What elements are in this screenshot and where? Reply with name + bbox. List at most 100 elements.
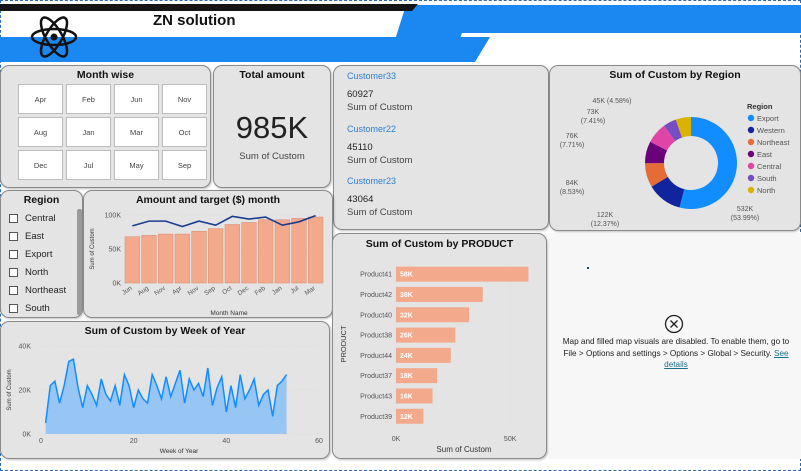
- legend-marker: [747, 186, 755, 194]
- region-option-label: North: [25, 266, 49, 278]
- customer-entry: Customer33 60927 Sum of Custom: [347, 71, 412, 113]
- total-amount-value: 985K: [235, 110, 309, 145]
- y-tick-label: 0K: [22, 432, 31, 439]
- month-tile[interactable]: Mar: [114, 117, 159, 147]
- bar-data-label: 58K: [400, 272, 413, 279]
- donut-data-label-pct: (7.71%): [560, 142, 585, 149]
- y-tick-label: Product42: [360, 292, 392, 299]
- donut-data-label-pct: (8.53%): [560, 189, 585, 196]
- checkbox[interactable]: [9, 285, 18, 295]
- donut-data-label-pct: (7.41%): [581, 118, 606, 125]
- legend-marker: [747, 150, 755, 158]
- month-tile[interactable]: Nov: [162, 84, 207, 114]
- month-tile[interactable]: Jan: [66, 117, 111, 147]
- header-blue-shape: [388, 5, 801, 62]
- x-tick-label: Dec: [237, 284, 251, 297]
- month-tile[interactable]: May: [114, 150, 159, 180]
- y-tick-label: Product37: [360, 373, 392, 380]
- bar-data-label: 18K: [400, 373, 413, 380]
- region-option-label: South: [25, 302, 50, 314]
- x-tick-label: Nov: [153, 284, 167, 297]
- customer-value: 43064: [347, 194, 374, 205]
- legend-title: Region: [747, 102, 773, 111]
- legend-marker: [747, 114, 755, 122]
- region-slicer-scrollbar[interactable]: [77, 209, 82, 315]
- y-axis-label: PRODUCT: [339, 325, 348, 363]
- month-tile[interactable]: Dec: [18, 150, 63, 180]
- region-option[interactable]: East: [9, 227, 66, 245]
- region-option[interactable]: South: [9, 299, 66, 317]
- bar-data-label: 32K: [400, 312, 413, 319]
- map-dot: [587, 267, 589, 269]
- bar-data-label: 16K: [400, 393, 413, 400]
- checkbox[interactable]: [9, 213, 18, 223]
- customer-label: Sum of Custom: [347, 155, 413, 166]
- y-tick-label: Product38: [360, 333, 392, 340]
- bar: [308, 216, 324, 284]
- product-bar-chart: 0K 50K Product41 58K Product42 38K Product40 32…: [339, 262, 529, 454]
- checkbox[interactable]: [9, 303, 18, 313]
- x-tick-label: 0K: [392, 436, 401, 443]
- y-tick-label: 40K: [19, 344, 32, 351]
- bar: [174, 233, 190, 284]
- donut-data-label: 122K: [597, 212, 614, 219]
- x-tick-label: 20: [130, 438, 138, 445]
- area-fill: [45, 359, 287, 434]
- x-tick-label: Oct: [221, 285, 233, 297]
- total-amount-title: Total amount: [239, 69, 305, 81]
- y-tick-label: 20K: [19, 388, 32, 395]
- checkbox[interactable]: [9, 249, 18, 259]
- y-tick-label: 100K: [105, 213, 122, 220]
- customer-value: 45110: [347, 142, 373, 153]
- amount-target-panel: Amount and target ($) month 0K 50K 100K Jun…: [83, 190, 333, 318]
- bar: [191, 231, 207, 284]
- region-option[interactable]: North: [9, 263, 66, 281]
- region-option[interactable]: Central: [9, 209, 66, 227]
- header-dark-stripe: [0, 4, 418, 11]
- donut-data-label: 73K: [587, 109, 600, 116]
- bar: [291, 218, 307, 284]
- customer-name: Customer22: [347, 124, 397, 134]
- bar-data-label: 12K: [400, 414, 413, 421]
- bar: [208, 228, 224, 284]
- month-tile[interactable]: Sep: [162, 150, 207, 180]
- y-tick-label: Product41: [360, 272, 392, 279]
- donut-data-label-pct: (53.99%): [731, 215, 759, 222]
- legend-label: Northeast: [757, 138, 790, 147]
- month-wise-title: Month wise: [76, 69, 135, 81]
- customer-card: Customer33 60927 Sum of Custom Customer2…: [333, 65, 549, 230]
- customer-label: Sum of Custom: [347, 207, 413, 218]
- bar: [124, 236, 140, 284]
- month-tile[interactable]: Apr: [18, 84, 63, 114]
- donut-data-label: 76K: [566, 133, 579, 140]
- x-tick-label: Apr: [171, 284, 184, 296]
- region-slicer-panel: Region Central East Export North Northea…: [0, 190, 83, 318]
- legend-label: East: [757, 150, 773, 159]
- month-tile[interactable]: Oct: [162, 117, 207, 147]
- bar: [141, 235, 157, 284]
- region-option[interactable]: Northeast: [9, 281, 66, 299]
- legend-label: South: [757, 174, 777, 183]
- x-tick-label: 60: [315, 438, 323, 445]
- region-option-label: East: [25, 230, 45, 242]
- checkbox[interactable]: [9, 267, 18, 277]
- checkbox[interactable]: [9, 231, 18, 241]
- x-tick-label: Sep: [203, 285, 217, 298]
- region-option[interactable]: Export: [9, 245, 66, 263]
- bar: [258, 219, 274, 284]
- region-slicer-title: Region: [23, 194, 60, 206]
- region-option-label: Central: [25, 212, 56, 224]
- customer-entry: Customer22 45110 Sum of Custom: [347, 124, 412, 166]
- month-tile[interactable]: Jul: [66, 150, 111, 180]
- bar: [396, 266, 529, 282]
- month-tile[interactable]: Aug: [18, 117, 63, 147]
- x-tick-label: Aug: [137, 285, 151, 298]
- bar: [158, 233, 174, 284]
- amount-target-chart: 0K50K100KJun Aug Nov Apr Nov Sep Oct Dec Feb Jan J…: [90, 213, 324, 317]
- y-tick-label: 50K: [109, 247, 122, 254]
- week-chart-panel: Sum of Custom by Week of Year 0K 20K 40K 0 2…: [0, 321, 330, 459]
- month-tile[interactable]: Jun: [114, 84, 159, 114]
- x-tick-label: Jul: [289, 285, 300, 296]
- donut-data-label: 532K: [737, 206, 754, 213]
- month-tile[interactable]: Feb: [66, 84, 111, 114]
